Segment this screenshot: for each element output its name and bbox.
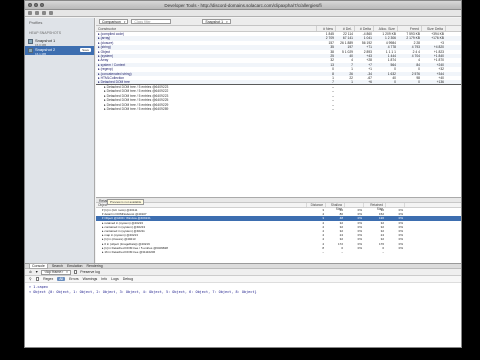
preview-tooltip: Preview is not available	[107, 199, 144, 205]
grid-empty-area	[96, 127, 461, 197]
column-header[interactable]: Distance	[307, 203, 326, 207]
column-header[interactable]: # Del.	[336, 26, 355, 31]
column-header[interactable]: Size Delta	[422, 26, 446, 31]
profiles-sidebar: Profiles HEAP SNAPSHOTS Snapshot 1 15.0 …	[25, 18, 95, 263]
clear-console-icon[interactable]: ⊘	[29, 270, 32, 274]
device-mode-icon[interactable]	[35, 11, 39, 15]
regex-checkbox[interactable]	[36, 277, 40, 281]
filter-errors[interactable]: Errors	[69, 277, 79, 281]
console-output[interactable]: > 1.capex < Object {0: Object, 1: Object…	[25, 283, 461, 347]
table-row[interactable]: ▸ Detached DOM tree71+600+136	[96, 80, 461, 84]
console-toolbar: ⊘ ▼ <top frame> ▾ Preserve log	[25, 269, 461, 276]
video-frame: Developer Tools - http://discord-domains…	[0, 0, 480, 360]
console-line: < Object {0: Object, 1: Object, 2: Objec…	[29, 290, 457, 295]
devtools-toolbar	[25, 10, 461, 17]
column-header[interactable]: # New	[317, 26, 336, 31]
node-label: ▸ Detached DOM tree / 5 entries @6409289	[96, 107, 317, 111]
column-header[interactable]: Shallow Size	[326, 203, 345, 207]
snapshot-size: 16.1 MB	[35, 52, 90, 56]
clear-icon[interactable]	[49, 11, 53, 15]
column-header[interactable]: Alloc. Size	[374, 26, 398, 31]
title-bar: Developer Tools - http://discord-domains…	[25, 1, 461, 10]
value-cell: 0	[374, 80, 398, 84]
value-cell: +136	[422, 80, 446, 84]
value-cell: +6	[355, 80, 374, 84]
snapshot-icon	[28, 39, 33, 44]
value-cell: 0	[398, 80, 422, 84]
detached-nodes-list: ▸ Detached DOM tree / 5 entries @6409223…	[96, 85, 461, 127]
retainer-value: –	[307, 250, 326, 254]
context-select-value: <top frame>	[44, 270, 63, 274]
tab-rendering[interactable]: Rendering	[87, 264, 103, 268]
chevron-down-icon: ▾	[124, 20, 126, 24]
sidebar-header: Profiles	[25, 18, 94, 27]
retainer-object: ▸ 16 in Detached DOM tree @31110206	[96, 250, 307, 254]
chevron-down-icon: ▾	[226, 20, 228, 24]
value-cell: 1	[336, 80, 355, 84]
constructors-grid: ▸ (compiled code)1 84522 114-4 8601 209 …	[96, 32, 461, 84]
detached-node-row[interactable]: ▸ Detached DOM tree / 5 entries @6409289…	[96, 107, 461, 111]
retainer-value: –	[326, 250, 345, 254]
class-filter-input[interactable]: Class filter	[131, 19, 171, 24]
filter-info[interactable]: Info	[101, 277, 107, 281]
baseline-select-value: Snapshot 1	[205, 20, 223, 24]
constructor-cell: ▸ Detached DOM tree	[96, 80, 317, 84]
filter-debug[interactable]: Debug	[123, 277, 133, 281]
window-title: Developer Tools - http://discord-domains…	[25, 3, 461, 8]
snapshot-filterbar: Comparison ▾ Class filter Snapshot 1 ▾	[96, 18, 461, 26]
search-icon[interactable]: ⚲	[29, 277, 32, 281]
filter-icon[interactable]: ▼	[35, 270, 38, 274]
filter-logs[interactable]: Logs	[111, 277, 119, 281]
retainer-value	[386, 250, 405, 254]
save-snapshot-button[interactable]: Save	[80, 48, 91, 52]
regex-label: Regex	[43, 277, 53, 281]
filter-all[interactable]: All	[57, 277, 65, 281]
record-icon[interactable]	[42, 11, 46, 15]
heap-snapshots-group-label: HEAP SNAPSHOTS	[25, 29, 94, 37]
tab-search[interactable]: Search	[52, 264, 63, 268]
console-level-filters: ⚲ Regex All Errors Warnings Info Logs De…	[25, 276, 461, 283]
column-header[interactable]: Retained Size	[364, 203, 386, 207]
snapshot-icon	[28, 48, 33, 53]
retainer-row[interactable]: ▸ 16 in Detached DOM tree @31110206–––	[96, 250, 461, 254]
sidebar-item-snapshot-1[interactable]: Snapshot 1 15.0 MB	[25, 37, 94, 46]
tab-emulation[interactable]: Emulation	[67, 264, 83, 268]
inspect-element-icon[interactable]	[28, 11, 32, 15]
context-select[interactable]: <top frame> ▾	[41, 270, 70, 275]
preserve-log-checkbox[interactable]	[74, 270, 78, 274]
column-header[interactable]: Freed	[398, 26, 422, 31]
node-value: –	[317, 107, 336, 111]
value-cell: 7	[317, 80, 336, 84]
view-select-value: Comparison	[102, 20, 121, 24]
column-header	[345, 203, 364, 207]
retainer-value: –	[364, 250, 386, 254]
snapshot-view: Comparison ▾ Class filter Snapshot 1 ▾ C…	[96, 18, 461, 263]
sidebar-item-snapshot-2[interactable]: Snapshot 2 16.1 MB Save	[25, 46, 94, 55]
column-header[interactable]: Constructor	[96, 26, 317, 31]
column-header	[386, 203, 405, 207]
baseline-select[interactable]: Snapshot 1 ▾	[202, 19, 230, 24]
chevron-down-icon: ▾	[66, 270, 68, 274]
devtools-window: Developer Tools - http://discord-domains…	[24, 0, 462, 348]
preserve-log-label: Preserve log	[80, 270, 100, 274]
retainer-value	[345, 250, 364, 254]
retainers-grid: ▾ [1] in (GC roots) @401113400%320%▾ det…	[96, 208, 461, 254]
class-filter-placeholder: Class filter	[134, 20, 150, 24]
column-header[interactable]: # Delta	[355, 26, 374, 31]
view-select[interactable]: Comparison ▾	[99, 19, 128, 24]
filter-warnings[interactable]: Warnings	[83, 277, 98, 281]
